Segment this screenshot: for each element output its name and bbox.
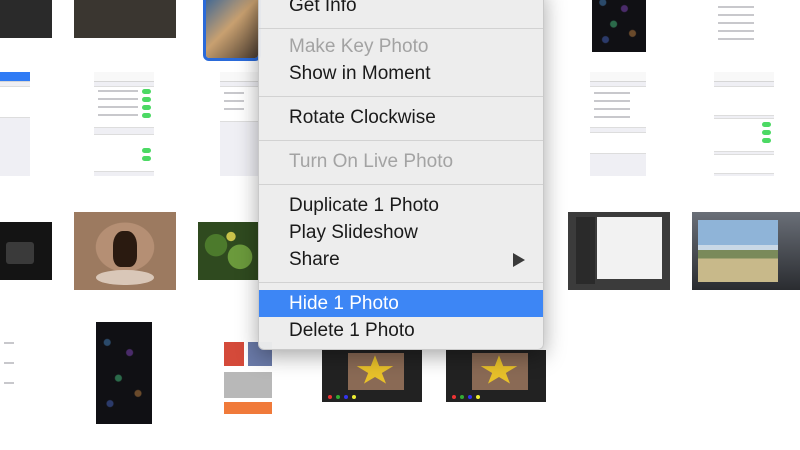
- photo-thumbnail[interactable]: [220, 72, 260, 176]
- photo-thumbnail[interactable]: [94, 72, 154, 176]
- menu-separator: [259, 28, 543, 29]
- menu-item-show-in-moment[interactable]: Show in Moment: [259, 60, 543, 87]
- menu-item-delete-photo[interactable]: Delete 1 Photo: [259, 317, 543, 344]
- photo-thumbnail[interactable]: [714, 72, 774, 176]
- photo-thumbnail[interactable]: [0, 0, 52, 38]
- menu-separator: [259, 282, 543, 283]
- photo-thumbnail[interactable]: [198, 222, 258, 280]
- menu-separator: [259, 96, 543, 97]
- selected-photo-thumbnail[interactable]: [203, 0, 261, 61]
- menu-item-play-slideshow[interactable]: Play Slideshow: [259, 219, 543, 246]
- menu-item-duplicate-photo[interactable]: Duplicate 1 Photo: [259, 192, 543, 219]
- photo-thumbnail[interactable]: [74, 212, 176, 290]
- menu-item-get-info[interactable]: Get Info: [259, 0, 543, 19]
- photo-thumbnail[interactable]: [0, 72, 30, 176]
- photo-thumbnail[interactable]: [74, 0, 176, 38]
- menu-separator: [259, 184, 543, 185]
- menu-item-rotate-clockwise[interactable]: Rotate Clockwise: [259, 104, 543, 131]
- photo-thumbnail[interactable]: [714, 0, 770, 54]
- context-menu: Get Info Make Key Photo Show in Moment R…: [258, 0, 544, 350]
- photo-thumbnail[interactable]: [96, 322, 152, 424]
- menu-item-share[interactable]: Share: [259, 246, 543, 273]
- photo-thumbnail[interactable]: [590, 72, 646, 176]
- menu-item-hide-photo[interactable]: Hide 1 Photo: [259, 290, 543, 317]
- menu-item-share-label: Share: [289, 249, 340, 270]
- menu-separator: [259, 140, 543, 141]
- photo-thumbnail[interactable]: [692, 212, 800, 290]
- photo-thumbnail[interactable]: [0, 322, 30, 424]
- menu-item-make-key-photo[interactable]: Make Key Photo: [259, 33, 543, 60]
- menu-item-turn-on-live-photo[interactable]: Turn On Live Photo: [259, 148, 543, 175]
- photo-thumbnail[interactable]: [568, 212, 670, 290]
- photo-thumbnail[interactable]: [446, 350, 546, 402]
- photo-thumbnail[interactable]: [322, 350, 422, 402]
- photo-thumbnail[interactable]: [592, 0, 646, 52]
- photo-thumbnail[interactable]: [0, 222, 52, 280]
- triangle-right-icon: [513, 253, 525, 267]
